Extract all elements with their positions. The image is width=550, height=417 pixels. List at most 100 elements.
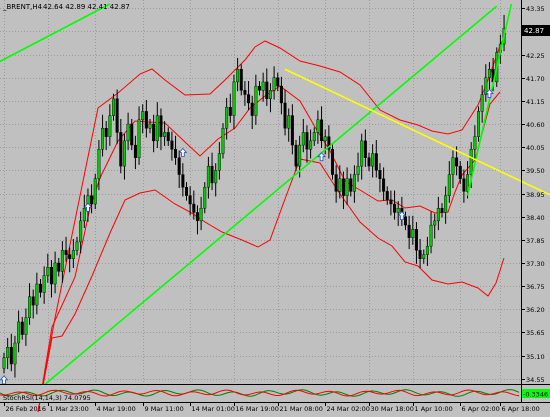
candle-bear <box>210 165 214 184</box>
candle-bear <box>90 195 94 205</box>
candle-bear <box>279 85 283 104</box>
time-tick-label: 4 Mar 19:00 <box>97 405 136 413</box>
candle-bull <box>101 128 105 150</box>
time-tick-label: 24 Mar 02:00 <box>327 405 370 413</box>
candle-bull <box>411 229 415 238</box>
candle-bull <box>371 153 375 167</box>
candle-bull <box>35 283 39 306</box>
candle-bull <box>60 250 64 272</box>
candle-bear <box>174 149 178 158</box>
candle-bull <box>46 266 50 276</box>
candle-bull <box>13 342 17 365</box>
candle-bull <box>425 245 429 255</box>
candle-bull <box>444 195 448 213</box>
candle-bull <box>298 144 302 167</box>
candle-bear <box>243 90 247 95</box>
candle-bull <box>199 208 203 222</box>
candle-bull <box>447 174 451 196</box>
candle-bull <box>108 115 112 137</box>
candle-bull <box>433 220 437 226</box>
plot-background <box>0 0 550 413</box>
candle-bear <box>320 119 324 142</box>
candle-bear <box>374 153 378 171</box>
candle-bull <box>436 208 440 222</box>
time-tick-label: 21 Mar 08:00 <box>280 405 323 413</box>
price-tick-label: 43.35 <box>526 5 545 13</box>
candle-bear <box>192 203 196 213</box>
time-tick-label: 6 Apr 18:00 <box>502 405 540 413</box>
candle-bull <box>71 250 75 259</box>
time-tick-label: 26 Feb 2016 <box>6 405 46 413</box>
candle-bear <box>49 266 53 285</box>
candle-bull <box>137 119 141 158</box>
candle-bull <box>473 136 477 150</box>
price-tick-label: 38.95 <box>526 191 545 199</box>
candle-bull <box>111 98 115 116</box>
candle-bull <box>272 77 276 91</box>
price-tick-label: 36.20 <box>526 306 545 314</box>
candle-bull <box>487 69 491 78</box>
candle-bear <box>331 149 335 175</box>
candle-bear <box>378 170 382 179</box>
candle-bull <box>236 69 240 83</box>
candle-bear <box>119 132 123 167</box>
candle-bear <box>404 216 408 226</box>
candle-bear <box>177 157 181 175</box>
time-tick-label: 9 Mar 11:00 <box>145 405 184 413</box>
candle-bull <box>203 186 207 209</box>
candle-bull <box>28 296 32 318</box>
time-tick-label: 6 Apr 02:00 <box>462 405 500 413</box>
price-tick-label: 41.70 <box>526 75 545 83</box>
candle-bull <box>451 157 455 175</box>
candle-bull <box>75 241 79 251</box>
candle-bear <box>276 77 280 87</box>
candle-bear <box>9 347 13 365</box>
candle-bear <box>367 157 371 167</box>
candle-bear <box>250 102 254 116</box>
price-tick-label: 42.25 <box>526 52 545 60</box>
candle-bear <box>283 102 287 129</box>
current-price: 42.87 <box>524 27 544 35</box>
indicator-label: StochRSI(14,14,3) 74.0795 <box>3 394 91 402</box>
candle-bull <box>148 123 152 129</box>
candle-bull <box>122 140 126 167</box>
candle-bear <box>184 186 188 196</box>
price-tick-label: 41.15 <box>526 98 545 106</box>
candle-bear <box>247 94 251 104</box>
candle-bull <box>82 208 86 222</box>
price-tick-label: 35.10 <box>526 353 545 361</box>
candle-bull <box>17 321 21 344</box>
candle-bull <box>477 111 481 137</box>
candle-bull <box>345 178 349 196</box>
candle-bull <box>6 347 10 358</box>
price-tick-label: 35.65 <box>526 329 545 337</box>
candle-bull <box>163 132 167 137</box>
candle-bull <box>484 77 488 95</box>
price-chart[interactable]: StochRSI(14,14,3) 74.0795 -0.3346 _BRENT… <box>0 0 550 413</box>
candle-bull <box>323 136 327 142</box>
candle-bear <box>152 123 156 142</box>
candle-bear <box>188 195 192 205</box>
candle-bear <box>31 296 35 306</box>
candle-bear <box>385 191 389 201</box>
candle-bull <box>469 149 473 175</box>
candle-bull <box>316 119 320 133</box>
candle-bull <box>429 224 433 247</box>
price-tick-label: 40.05 <box>526 144 545 152</box>
candle-bear <box>166 132 170 142</box>
candle-bull <box>309 140 313 150</box>
candle-bull <box>225 106 229 129</box>
candle-bear <box>104 128 108 137</box>
price-tick-label: 34.55 <box>526 376 545 384</box>
candle-bull <box>301 132 305 146</box>
candle-bear <box>290 115 294 146</box>
candle-bear <box>418 250 422 259</box>
candle-bear <box>462 178 466 192</box>
candle-bear <box>68 254 72 259</box>
candle-bear <box>20 321 24 335</box>
candle-bull <box>261 81 265 91</box>
price-tick-label: 38.40 <box>526 214 545 222</box>
candle-bear <box>455 157 459 167</box>
time-tick-label: 1 Apr 10:00 <box>415 405 453 413</box>
candle-bear <box>458 165 462 179</box>
